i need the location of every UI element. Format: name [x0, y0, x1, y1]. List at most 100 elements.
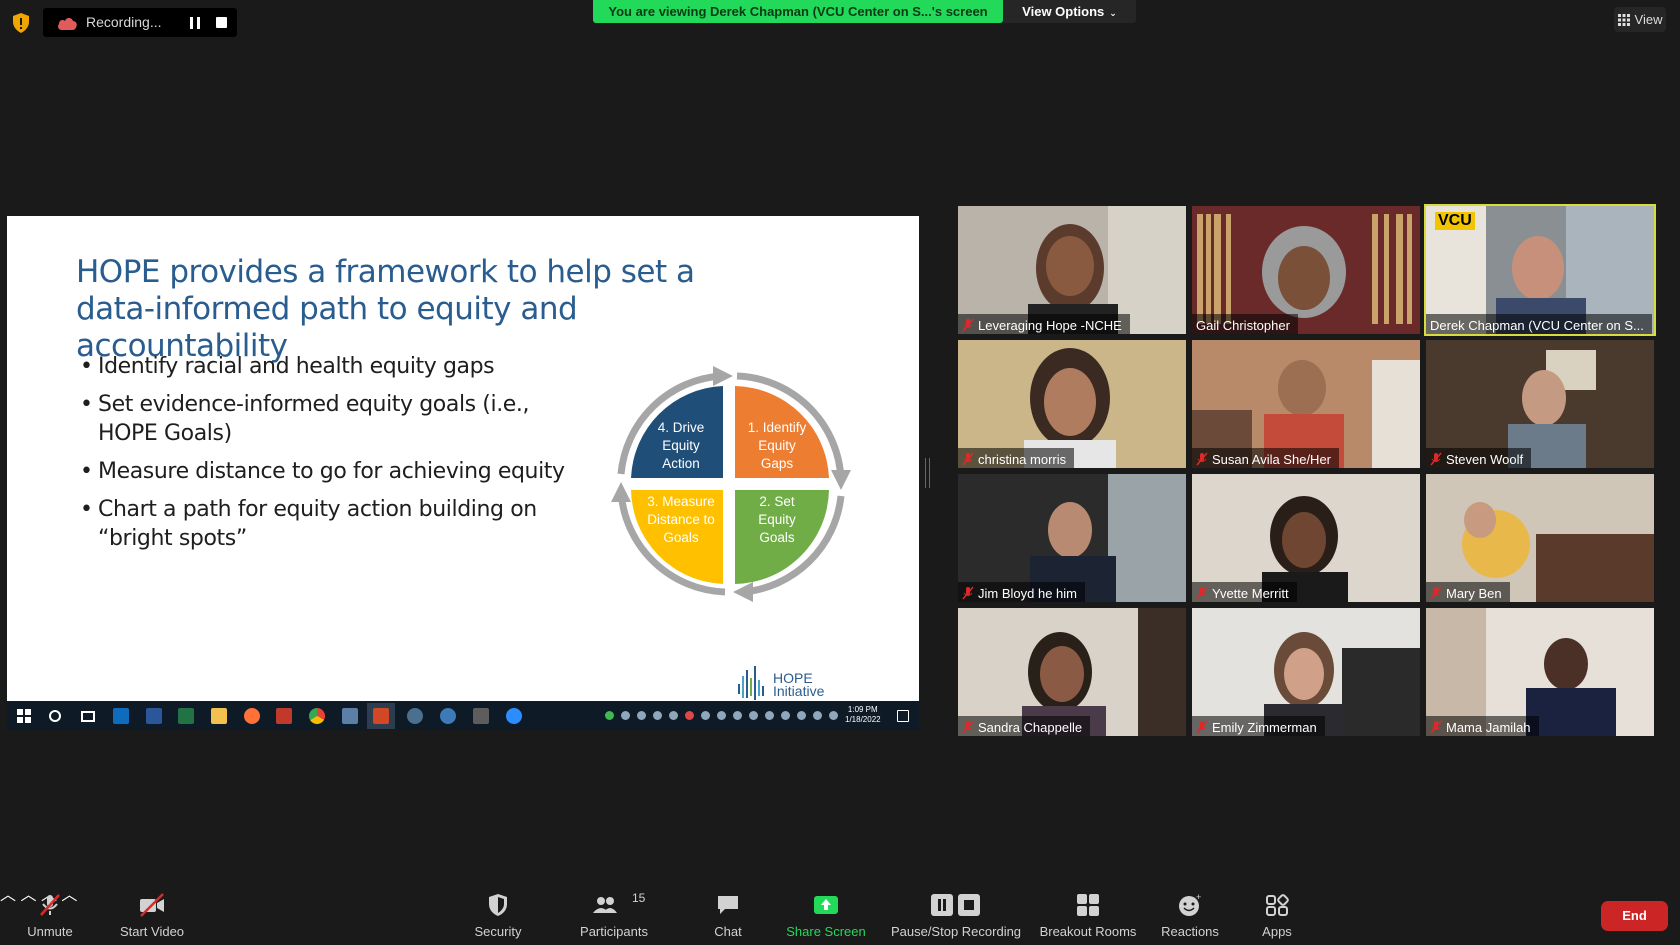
slide-bullet: Measure distance to go for achieving equ…: [80, 457, 580, 486]
calculator-icon: [473, 708, 489, 724]
viewing-screen-label: You are viewing Derek Chapman (VCU Cente…: [608, 4, 988, 19]
hope-cycle-diagram: 4. Drive Equity Action 1. Identify Equit…: [611, 366, 851, 602]
apps-icon: [1266, 894, 1289, 916]
zoom-app-icon: [506, 708, 522, 724]
tray-icon: [765, 711, 774, 720]
participant-tile[interactable]: Gail Christopher: [1192, 206, 1420, 334]
chevron-down-icon: ⌄: [1109, 8, 1117, 18]
participant-name: Leveraging Hope -NCHE: [978, 317, 1122, 333]
acrobat-icon: [276, 708, 292, 724]
tray-icon: [685, 711, 694, 720]
chrome-icon: [309, 708, 325, 724]
slide-bullet: Identify racial and health equity gaps: [80, 352, 580, 381]
participant-name: Emily Zimmerman: [1212, 719, 1317, 735]
firefox-icon: [244, 708, 260, 724]
participant-name: Mama Jamilah: [1446, 719, 1531, 735]
hope-initiative-logo: HOPE Initiative: [737, 666, 877, 700]
tray-icon: [829, 711, 838, 720]
chat-label: Chat: [714, 924, 742, 939]
start-video-button[interactable]: Start Video: [110, 881, 194, 945]
apps-label: Apps: [1262, 924, 1292, 939]
reactions-button[interactable]: + Reactions: [1152, 881, 1228, 945]
slide-bullet: Set evidence-informed equity goals (i.e.…: [80, 390, 580, 448]
viewing-screen-banner: You are viewing Derek Chapman (VCU Cente…: [593, 0, 1003, 23]
cycle-label: Gaps: [761, 456, 794, 471]
video-off-icon: [140, 893, 164, 917]
chat-icon: [718, 896, 738, 914]
participant-tile[interactable]: Mama Jamilah: [1426, 608, 1654, 736]
share-screen-button[interactable]: Share Screen: [782, 881, 870, 945]
cycle-label: Goals: [759, 530, 795, 545]
search-icon: [49, 710, 61, 722]
participant-tile[interactable]: Steven Woolf: [1426, 340, 1654, 468]
view-button[interactable]: View: [1614, 7, 1666, 32]
pause-recording-icon[interactable]: [187, 15, 203, 31]
view-label: View: [1634, 12, 1663, 27]
apps-button[interactable]: Apps: [1240, 881, 1314, 945]
participant-name: Mary Ben: [1446, 585, 1502, 601]
participant-tile-active-speaker[interactable]: VCU Derek Chapman (VCU Center on S...: [1424, 204, 1656, 336]
view-options-label: View Options: [1022, 4, 1105, 19]
breakout-rooms-label: Breakout Rooms: [1039, 924, 1137, 939]
end-meeting-button[interactable]: End: [1601, 901, 1668, 931]
stop-recording-icon[interactable]: [216, 17, 227, 28]
cycle-label: 2. Set: [759, 494, 795, 509]
taskbar-date: 1/18/2022: [845, 715, 881, 724]
svg-text:+: +: [1196, 893, 1201, 902]
tray-icon: [781, 711, 790, 720]
pause-stop-recording-label: Pause/Stop Recording: [890, 924, 1022, 939]
unmute-button[interactable]: Unmute: [10, 881, 90, 945]
muted-mic-icon: [962, 720, 974, 734]
reactions-label: Reactions: [1161, 924, 1219, 939]
shield-icon: [489, 894, 507, 916]
participants-button[interactable]: 15 Participants: [570, 881, 658, 945]
participant-tile[interactable]: Yvette Merritt: [1192, 474, 1420, 602]
view-options-button[interactable]: View Options ⌄: [1003, 0, 1136, 23]
cycle-label: Equity: [758, 438, 796, 453]
security-shield-icon[interactable]: [11, 12, 31, 34]
app-icon: [342, 708, 358, 724]
tray-icon: [797, 711, 806, 720]
participant-tile[interactable]: christina morris: [958, 340, 1186, 468]
participant-tile[interactable]: Mary Ben: [1426, 474, 1654, 602]
muted-mic-icon: [962, 452, 974, 466]
chat-button[interactable]: Chat: [690, 881, 766, 945]
muted-mic-icon: [1196, 586, 1208, 600]
slide-title: HOPE provides a framework to help set a …: [76, 254, 695, 364]
cycle-label: 4. Drive: [658, 420, 705, 435]
share-screen-icon: [814, 896, 838, 914]
participant-tile[interactable]: Susan Avila She/Her: [1192, 340, 1420, 468]
tray-icon: [813, 711, 822, 720]
participant-tile[interactable]: Sandra Chappelle: [958, 608, 1186, 736]
powerpoint-icon: [373, 708, 389, 724]
participant-tile[interactable]: Jim Bloyd he him: [958, 474, 1186, 602]
security-button[interactable]: Security: [458, 881, 538, 945]
excel-icon: [178, 708, 194, 724]
participant-tile[interactable]: Emily Zimmerman: [1192, 608, 1420, 736]
reactions-icon: +: [1179, 893, 1201, 916]
participant-name: Sandra Chappelle: [978, 719, 1083, 735]
shared-windows-taskbar: 1:09 PM 1/18/2022: [7, 702, 919, 730]
tray-icon: [605, 711, 614, 720]
end-label: End: [1622, 908, 1647, 923]
muted-mic-icon: [962, 586, 974, 600]
file-explorer-icon: [211, 708, 227, 724]
pause-stop-recording-icon: [931, 894, 980, 916]
cycle-label: Equity: [662, 438, 700, 453]
tray-icon: [733, 711, 742, 720]
muted-mic-icon: [1196, 720, 1208, 734]
participant-tile[interactable]: Leveraging Hope -NCHE: [958, 206, 1186, 334]
pause-stop-recording-button[interactable]: Pause/Stop Recording: [886, 881, 1026, 945]
unmute-label: Unmute: [27, 924, 73, 939]
muted-mic-icon: [962, 318, 974, 332]
tray-icon: [653, 711, 662, 720]
resize-splitter[interactable]: [925, 458, 930, 488]
task-view-icon: [81, 711, 95, 722]
breakout-rooms-button[interactable]: Breakout Rooms: [1036, 881, 1140, 945]
participant-name: Derek Chapman (VCU Center on S...: [1430, 317, 1644, 333]
cycle-label: Goals: [663, 530, 699, 545]
meeting-toolbar: Unmute ︿ Start Video ︿ Security 15 Parti…: [0, 881, 1680, 945]
taskbar-time: 1:09 PM: [847, 705, 878, 714]
vcu-logo: VCU: [1435, 212, 1475, 230]
cycle-label: Action: [662, 456, 700, 471]
